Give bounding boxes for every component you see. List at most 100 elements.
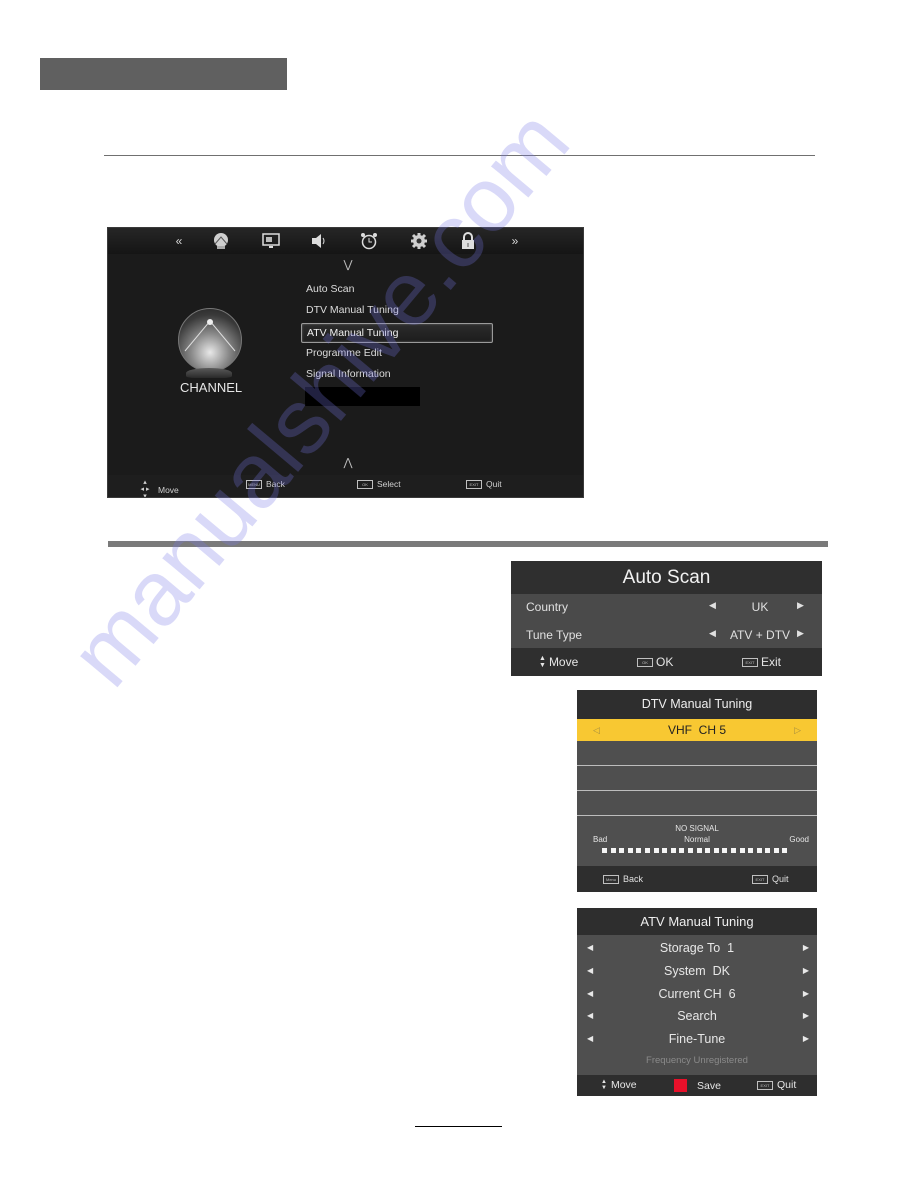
- menu-item-atv-manual-tuning[interactable]: ATV Manual Tuning: [301, 323, 493, 343]
- signal-segment: [705, 848, 711, 853]
- signal-segment: [696, 848, 702, 853]
- section-header-bar: [40, 58, 287, 90]
- channel-value: VHF CH 5: [667, 723, 726, 737]
- tune-type-row[interactable]: Tune Type ◀ ATV + DTV ▶: [511, 623, 822, 647]
- atv-manual-tuning-dialog: ATV Manual Tuning ◀ Storage To 1 ▶ ◀ Sys…: [577, 908, 817, 1096]
- dpad-icon: ▴ ◂ ▸ ▾: [140, 479, 150, 498]
- arrow-left-icon[interactable]: ◀: [587, 1028, 593, 1050]
- dtv-footer: Menu Back EXIT Quit: [577, 866, 817, 892]
- chevron-left-icon[interactable]: «: [168, 231, 190, 251]
- signal-segment: [739, 848, 745, 853]
- search-row[interactable]: ◀ Search ▶: [577, 1005, 817, 1027]
- menu-item-signal-information[interactable]: Signal Information: [306, 365, 391, 383]
- menu-key-icon: MENU: [246, 479, 262, 489]
- arrow-right-icon[interactable]: ▶: [803, 937, 809, 959]
- system-value: System DK: [664, 964, 730, 978]
- info-row: [577, 791, 817, 816]
- atv-title: ATV Manual Tuning: [577, 908, 817, 935]
- chevron-right-icon[interactable]: »: [504, 231, 526, 251]
- arrow-left-icon[interactable]: ◀: [587, 960, 593, 982]
- move-hint: Move: [610, 1079, 637, 1091]
- signal-segment: [653, 848, 659, 853]
- menu-category-bar: « »: [108, 228, 583, 254]
- arrow-left-icon[interactable]: ◀: [587, 983, 593, 1005]
- category-label: CHANNEL: [180, 380, 243, 395]
- signal-segment: [662, 848, 668, 853]
- info-row: [577, 741, 817, 766]
- signal-segment: [713, 848, 719, 853]
- up-down-icon: ▲ ▼: [601, 1079, 607, 1091]
- fine-tune-row[interactable]: ◀ Fine-Tune ▶: [577, 1028, 817, 1050]
- signal-segment: [627, 848, 633, 853]
- menu-item-dtv-manual-tuning[interactable]: DTV Manual Tuning: [306, 301, 399, 319]
- storage-to-row[interactable]: ◀ Storage To 1 ▶: [577, 937, 817, 959]
- info-row: [577, 766, 817, 791]
- ok-key-icon: OK: [637, 657, 653, 667]
- search-label: Search: [677, 1009, 717, 1023]
- country-row[interactable]: Country ◀ UK ▶: [511, 595, 822, 619]
- quit-hint: Quit: [772, 874, 789, 884]
- scale-good-label: Good: [789, 835, 809, 844]
- signal-segment: [756, 848, 762, 853]
- arrow-left-icon[interactable]: ◀: [587, 1005, 593, 1027]
- arrow-left-icon[interactable]: ◀: [709, 600, 716, 611]
- signal-segment: [636, 848, 642, 853]
- current-ch-value: Current CH 6: [658, 987, 736, 1001]
- system-row[interactable]: ◀ System DK ▶: [577, 960, 817, 982]
- menu-item-programme-edit[interactable]: Programme Edit: [306, 344, 382, 362]
- arrow-left-icon[interactable]: ◀: [709, 628, 716, 639]
- sound-icon[interactable]: [308, 231, 330, 251]
- signal-segment: [765, 848, 771, 853]
- country-label: Country: [526, 600, 569, 614]
- ok-hint: OK: [656, 655, 674, 669]
- signal-segment: [687, 848, 693, 853]
- arrow-right-icon[interactable]: ▶: [797, 600, 804, 611]
- arrow-right-icon[interactable]: ▶: [803, 960, 809, 982]
- signal-segments: [602, 848, 788, 853]
- save-hint: Save: [697, 1079, 721, 1092]
- arrow-right-icon[interactable]: ▶: [803, 1005, 809, 1027]
- arrow-right-icon[interactable]: ▶: [797, 628, 804, 639]
- arrow-left-icon[interactable]: ◀: [587, 937, 593, 959]
- scroll-up-chevron-icon[interactable]: ⋀: [338, 457, 358, 469]
- exit-key-icon: EXIT: [742, 657, 758, 667]
- signal-segment: [773, 848, 779, 853]
- clock-icon[interactable]: [358, 231, 380, 251]
- arrow-right-icon[interactable]: ▶: [803, 1028, 809, 1050]
- tune-type-value: ATV + DTV: [729, 628, 791, 642]
- arrow-right-icon[interactable]: ▷: [794, 719, 801, 741]
- menu-item-auto-scan[interactable]: Auto Scan: [306, 280, 354, 298]
- channel-selector[interactable]: ◁ VHF CH 5 ▷: [577, 719, 817, 741]
- globe-stand: [186, 368, 232, 378]
- back-hint: Back: [623, 874, 644, 884]
- scale-normal-label: Normal: [684, 835, 710, 844]
- red-button-icon: [674, 1079, 687, 1092]
- menu-footer: ▴ ◂ ▸ ▾ Move MENU Back OK Select EXIT Quit: [108, 475, 583, 497]
- menu-key-icon: Menu: [603, 874, 619, 884]
- picture-icon[interactable]: [260, 231, 282, 251]
- quit-hint: Quit: [486, 479, 502, 489]
- signal-status: NO SIGNAL: [675, 824, 719, 833]
- ok-key-icon: OK: [357, 479, 373, 489]
- channel-icon[interactable]: [210, 231, 232, 251]
- channel-globe-icon: [178, 308, 242, 372]
- fine-tune-label: Fine-Tune: [668, 1032, 726, 1046]
- signal-segment: [610, 848, 616, 853]
- exit-key-icon: EXIT: [757, 1080, 773, 1090]
- current-ch-row[interactable]: ◀ Current CH 6 ▶: [577, 983, 817, 1005]
- tune-type-label: Tune Type: [526, 628, 583, 642]
- scroll-down-chevron-icon[interactable]: ⋁: [338, 259, 358, 271]
- signal-segment: [670, 848, 676, 853]
- auto-scan-dialog: Auto Scan Country ◀ UK ▶ Tune Type ◀ ATV…: [511, 561, 822, 676]
- signal-segment: [619, 848, 625, 853]
- quit-hint: Quit: [777, 1079, 797, 1091]
- frequency-status: Frequency Unregistered: [646, 1055, 748, 1066]
- page-number-rule: [415, 1126, 502, 1127]
- arrow-right-icon[interactable]: ▶: [803, 983, 809, 1005]
- up-down-icon: ▲ ▼: [539, 655, 546, 669]
- blank-menu-slot: [305, 387, 420, 406]
- setup-gear-icon[interactable]: [408, 231, 430, 251]
- lock-icon[interactable]: [457, 231, 479, 251]
- signal-segment: [644, 848, 650, 853]
- arrow-left-icon[interactable]: ◁: [593, 719, 600, 741]
